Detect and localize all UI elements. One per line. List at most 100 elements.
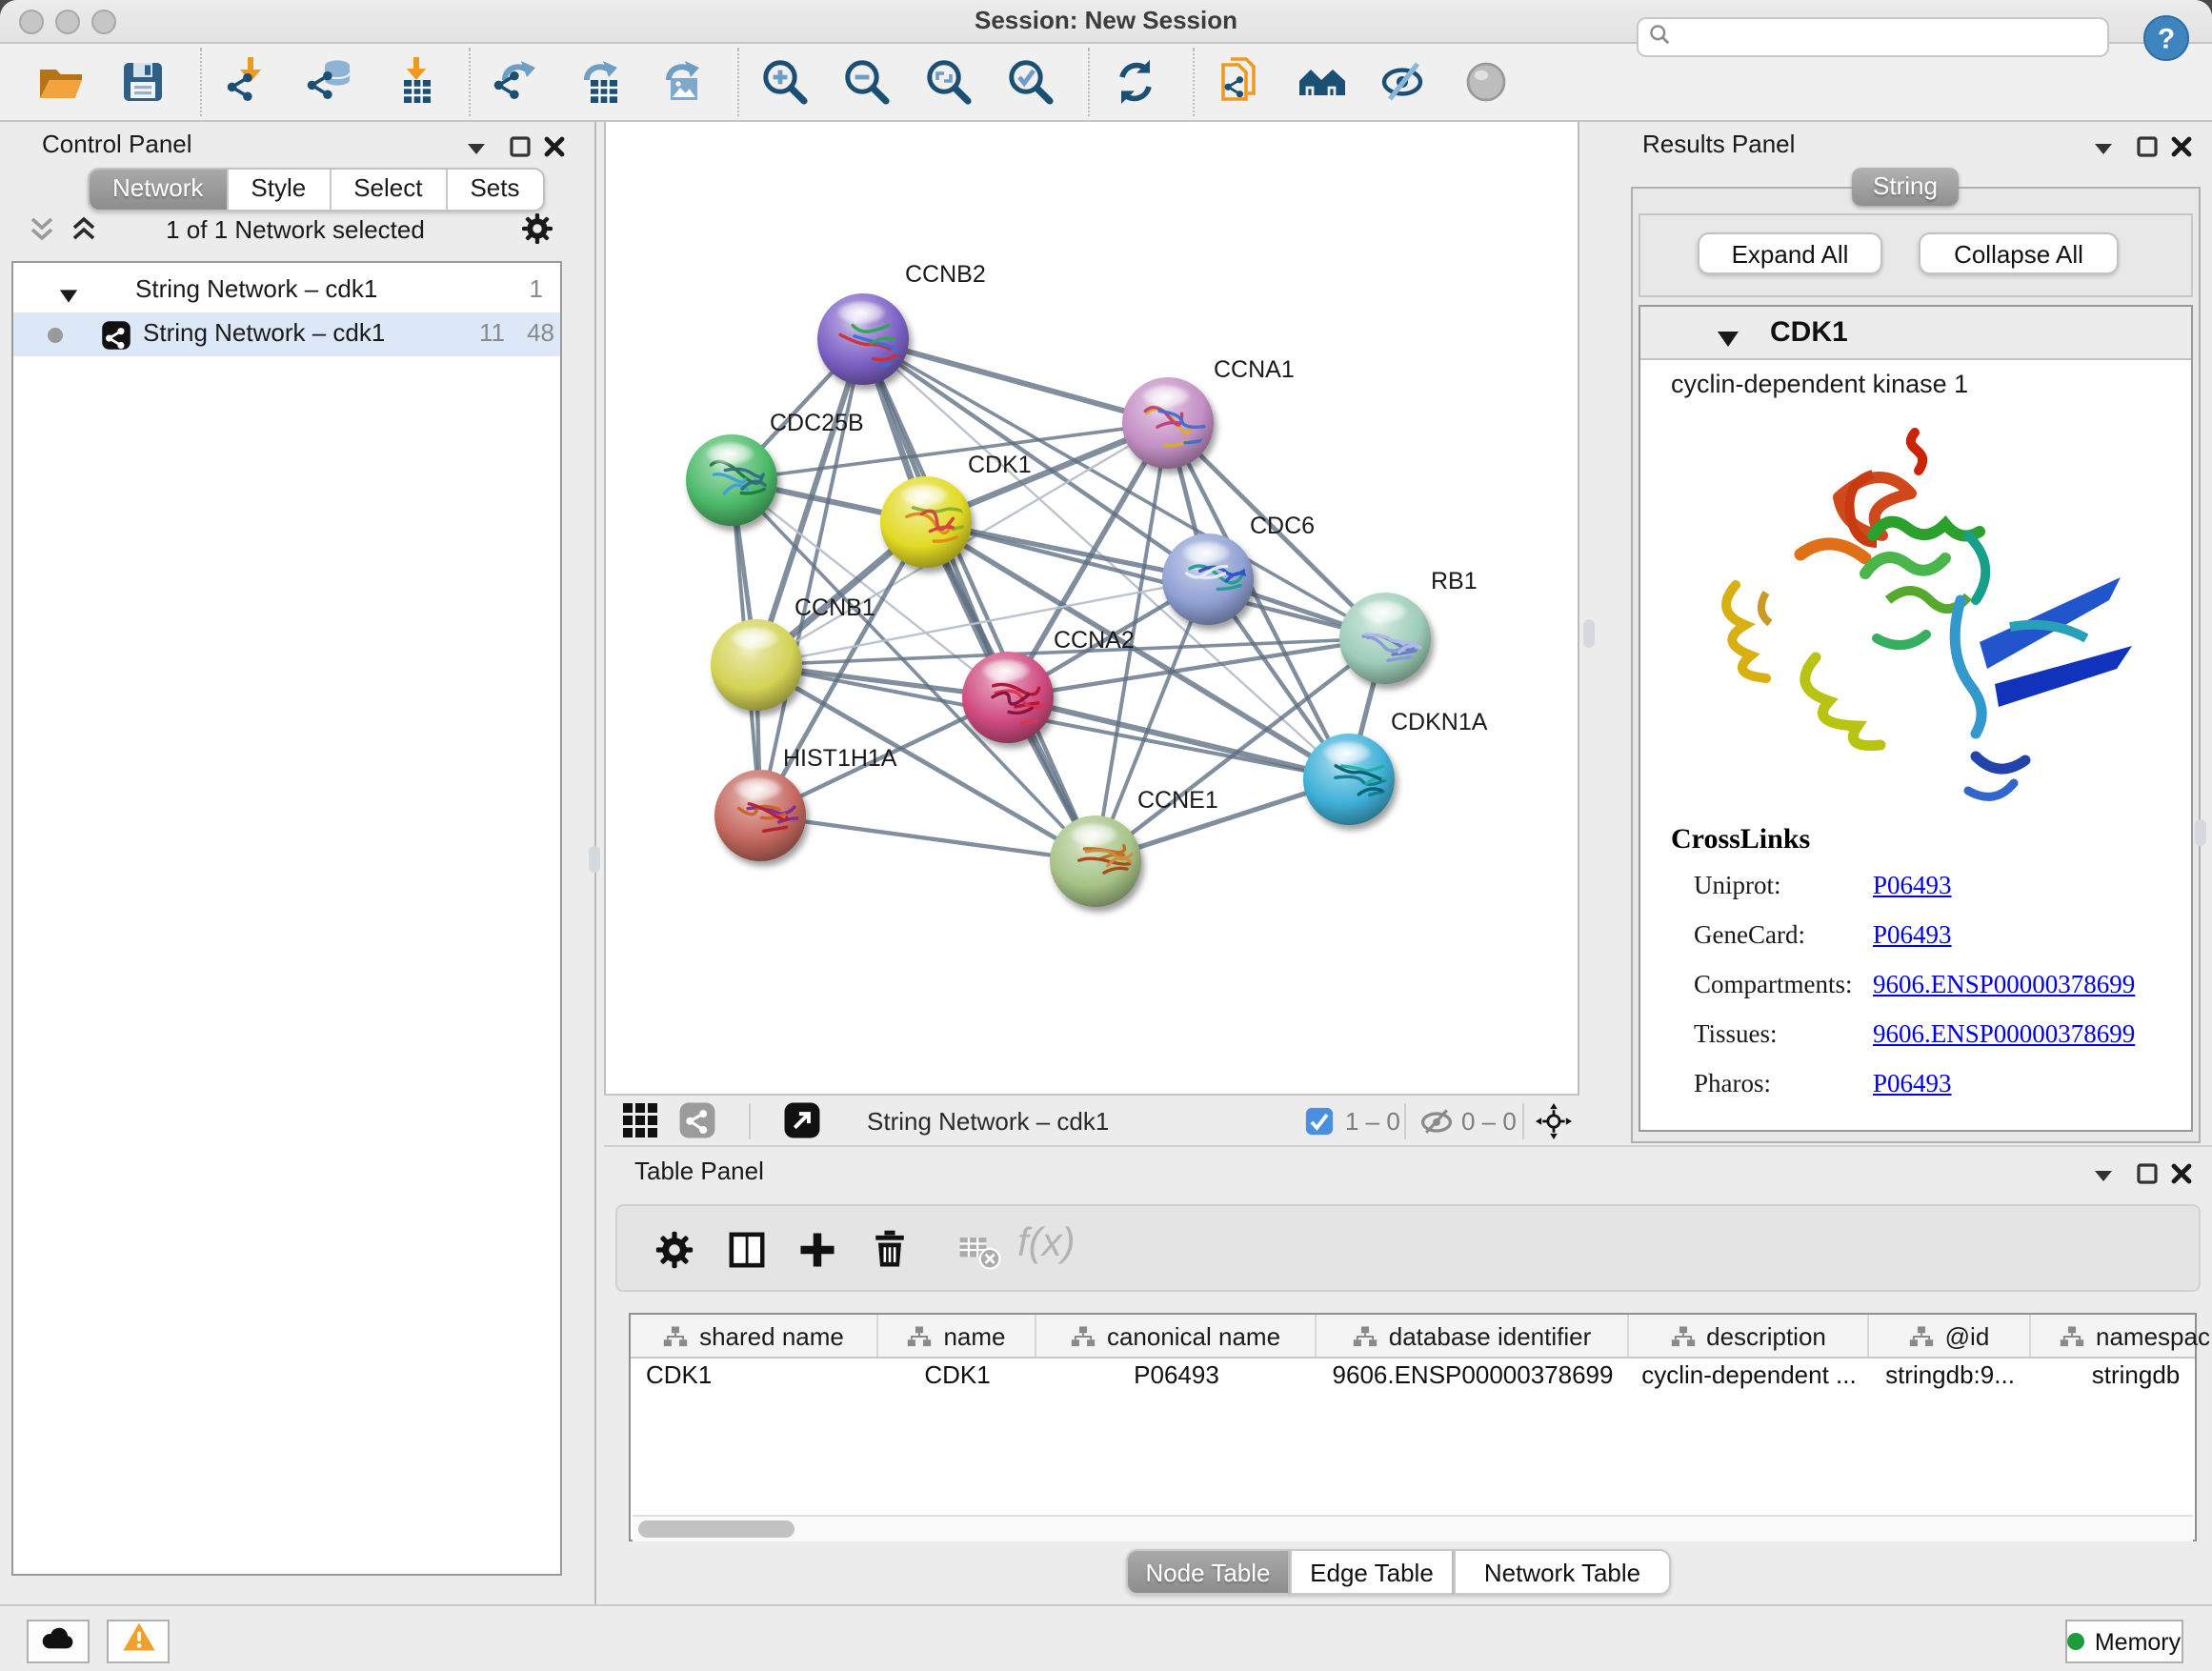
node-CDC25B[interactable] bbox=[686, 434, 777, 526]
scrollbar-thumb[interactable] bbox=[638, 1520, 794, 1538]
table-cell[interactable]: stringdb bbox=[2031, 1360, 2212, 1395]
zoom-fit-button[interactable] bbox=[922, 56, 974, 108]
zoom-out-button[interactable] bbox=[840, 56, 892, 108]
crosslink-link[interactable]: 9606.ENSP00000378699 bbox=[1873, 1019, 2135, 1050]
tab-style[interactable]: Style bbox=[228, 170, 331, 210]
help-button[interactable]: ? bbox=[2142, 13, 2191, 63]
node-CCNB1[interactable] bbox=[711, 619, 802, 711]
export-image-button[interactable] bbox=[654, 56, 705, 108]
collapse-entry-triangle-icon[interactable] bbox=[1717, 324, 1739, 358]
table-cell[interactable]: 9606.ENSP00000378699 bbox=[1317, 1360, 1629, 1395]
collapse-all-button[interactable]: Collapse All bbox=[1919, 232, 2119, 274]
function-builder-fx-disabled: f(x) bbox=[1017, 1221, 1076, 1267]
open-session-button[interactable] bbox=[34, 56, 86, 108]
tab-network-table[interactable]: Network Table bbox=[1454, 1549, 1671, 1595]
search-input[interactable] bbox=[1677, 20, 2107, 54]
node-CDC6[interactable] bbox=[1162, 534, 1254, 625]
column-header-database-identifier[interactable]: database identifier bbox=[1317, 1315, 1629, 1357]
string-share-icon-gray[interactable] bbox=[678, 1101, 716, 1139]
delete-column-trash-icon[interactable] bbox=[867, 1227, 913, 1273]
zoom-in-button[interactable] bbox=[758, 56, 810, 108]
network-tree-row[interactable]: String Network – cdk1 1 bbox=[13, 269, 560, 312]
panel-menu-icon[interactable] bbox=[463, 135, 490, 162]
collapse-all-tree-icon[interactable] bbox=[27, 213, 57, 253]
table-cell[interactable]: P06493 bbox=[1036, 1360, 1317, 1395]
network-canvas[interactable]: CCNB2CCNA1CDC25BCDK1CDC6RB1CCNB1CCNA2CDK… bbox=[604, 122, 1579, 1094]
expander-triangle-icon[interactable] bbox=[59, 282, 78, 311]
node-CCNA1[interactable] bbox=[1122, 377, 1214, 469]
cloud-status-button[interactable] bbox=[27, 1620, 90, 1663]
node-RB1[interactable] bbox=[1339, 593, 1431, 684]
tab-string[interactable]: String bbox=[1852, 168, 1959, 206]
tab-edge-table[interactable]: Edge Table bbox=[1290, 1549, 1454, 1595]
export-table-button[interactable] bbox=[572, 56, 623, 108]
node-CCNA2[interactable] bbox=[962, 652, 1054, 743]
crosslink-link[interactable]: 9606.ENSP00000378699 bbox=[1873, 970, 2135, 1000]
canvas-vertical-scroll-nub[interactable] bbox=[1583, 619, 1595, 648]
tab-sets[interactable]: Sets bbox=[447, 170, 542, 210]
column-header-shared-name[interactable]: shared name bbox=[631, 1315, 878, 1357]
selected-checkbox-icon[interactable] bbox=[1305, 1107, 1334, 1136]
splitter-handle[interactable] bbox=[589, 846, 600, 873]
node-CDK1[interactable] bbox=[880, 476, 975, 568]
network-options-gear-icon[interactable] bbox=[518, 210, 556, 248]
close-panel-icon[interactable] bbox=[2168, 1160, 2195, 1187]
float-panel-icon[interactable] bbox=[2134, 1160, 2161, 1187]
tab-network[interactable]: Network bbox=[90, 170, 228, 210]
table-cell[interactable]: stringdb:9... bbox=[1869, 1360, 2031, 1395]
import-table-button[interactable] bbox=[385, 56, 436, 108]
table-options-gear-icon[interactable] bbox=[652, 1227, 697, 1273]
birds-eye-view-icon[interactable] bbox=[621, 1101, 659, 1139]
close-panel-icon[interactable] bbox=[2168, 133, 2195, 160]
import-network-button[interactable] bbox=[221, 56, 272, 108]
string-document-button[interactable] bbox=[1214, 56, 1265, 108]
crosslink-link[interactable]: P06493 bbox=[1873, 871, 1952, 901]
network-tree-row[interactable]: String Network – cdk1 11 48 bbox=[13, 312, 560, 356]
save-session-button[interactable] bbox=[116, 56, 168, 108]
node-CDKN1A[interactable] bbox=[1303, 734, 1395, 825]
tab-select[interactable]: Select bbox=[331, 170, 447, 210]
hide-eye-button[interactable] bbox=[1377, 56, 1429, 108]
create-column-plus-icon[interactable] bbox=[794, 1227, 840, 1273]
memory-button[interactable]: Memory bbox=[2065, 1620, 2183, 1663]
column-header-canonical-name[interactable]: canonical name bbox=[1036, 1315, 1317, 1357]
table-cell[interactable]: CDK1 bbox=[878, 1360, 1036, 1395]
zoom-selected-button[interactable] bbox=[1004, 56, 1056, 108]
expand-all-button[interactable]: Expand All bbox=[1698, 232, 1882, 274]
warnings-button[interactable] bbox=[107, 1620, 170, 1663]
crosslink-link[interactable]: P06493 bbox=[1873, 920, 1952, 951]
node-label-CCNA1: CCNA1 bbox=[1214, 356, 1295, 383]
protein-structure-image bbox=[1690, 417, 2143, 810]
column-header--id[interactable]: @id bbox=[1869, 1315, 2031, 1357]
gray-sphere-button[interactable] bbox=[1459, 56, 1511, 108]
panel-menu-icon[interactable] bbox=[2090, 135, 2117, 162]
search-box[interactable] bbox=[1637, 17, 2109, 57]
float-panel-icon[interactable] bbox=[2134, 133, 2161, 160]
table-horizontal-scrollbar[interactable] bbox=[633, 1515, 2193, 1541]
table-cell[interactable]: cyclin-dependent ... bbox=[1629, 1360, 1869, 1395]
export-network-button[interactable] bbox=[490, 56, 541, 108]
expand-all-tree-icon[interactable] bbox=[69, 213, 99, 253]
toolbar-separator bbox=[749, 1103, 751, 1139]
table-cell[interactable]: CDK1 bbox=[646, 1360, 875, 1395]
export-view-icon[interactable] bbox=[783, 1101, 821, 1139]
float-panel-icon[interactable] bbox=[507, 133, 533, 160]
panel-menu-icon[interactable] bbox=[2090, 1162, 2117, 1189]
column-header-name[interactable]: name bbox=[878, 1315, 1036, 1357]
fit-content-crosshair-icon[interactable] bbox=[1536, 1103, 1572, 1139]
results-scroll-nub[interactable] bbox=[2195, 819, 2206, 846]
column-label: description bbox=[1706, 1321, 1826, 1350]
import-database-button[interactable] bbox=[303, 56, 354, 108]
show-columns-icon[interactable] bbox=[724, 1227, 770, 1273]
column-header-description[interactable]: description bbox=[1629, 1315, 1869, 1357]
node-CCNE1[interactable] bbox=[1050, 815, 1141, 907]
homes-button[interactable] bbox=[1296, 56, 1347, 108]
close-panel-icon[interactable] bbox=[541, 133, 568, 160]
gene-entry-header[interactable]: CDK1 bbox=[1640, 307, 2191, 360]
refresh-network-button[interactable] bbox=[1109, 56, 1160, 108]
tab-node-table[interactable]: Node Table bbox=[1126, 1549, 1290, 1595]
column-header-namespac[interactable]: namespac bbox=[2031, 1315, 2212, 1357]
node-HIST1H1A[interactable] bbox=[714, 770, 806, 861]
node-CCNB2[interactable] bbox=[817, 293, 909, 385]
crosslink-link[interactable]: P06493 bbox=[1873, 1069, 1952, 1099]
